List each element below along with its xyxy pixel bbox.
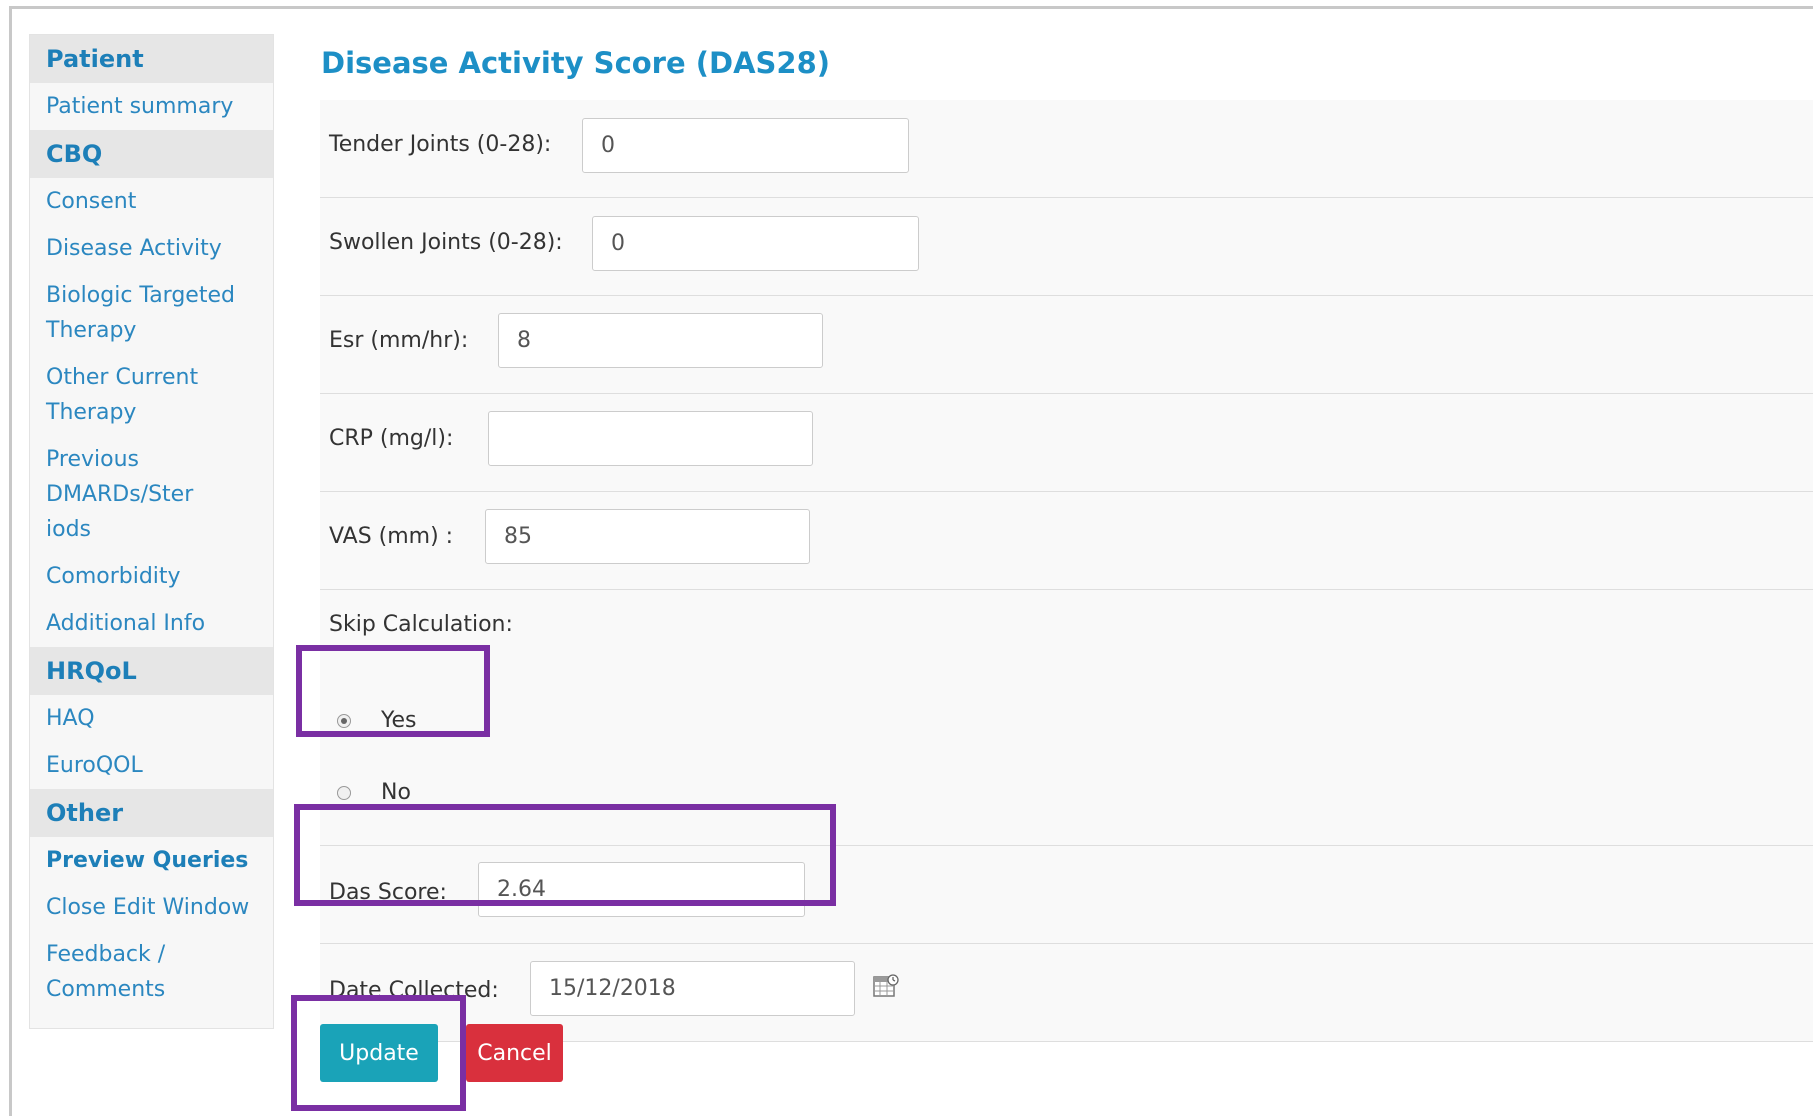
sidebar-item-feedback-comments[interactable]: Feedback / Comments — [30, 931, 186, 1013]
swollen-joints-label: Swollen Joints (0-28): — [329, 230, 563, 255]
previous-dmards-line2: DMARDs/Steriods — [46, 482, 194, 542]
tender-joints-input[interactable] — [582, 118, 909, 173]
date-collected-input[interactable] — [530, 961, 855, 1016]
sidebar-item-patient-summary[interactable]: Patient summary — [30, 83, 273, 130]
swollen-joints-row: Swollen Joints (0-28): — [320, 198, 1813, 296]
das28-form: Disease Activity Score (DAS28) Tender Jo… — [320, 34, 1813, 1082]
tender-joints-label: Tender Joints (0-28): — [329, 132, 552, 157]
esr-input[interactable] — [498, 313, 823, 368]
sidebar-item-previous-dmards[interactable]: Previous DMARDs/Steriods — [30, 436, 196, 553]
sidebar-nav: Patient Patient summary CBQ Consent Dise… — [29, 34, 274, 1029]
crp-input[interactable] — [488, 411, 813, 466]
highlight-skip-yes — [296, 645, 490, 737]
skip-no-label: No — [381, 780, 411, 805]
sidebar-item-comorbidity[interactable]: Comorbidity — [30, 553, 273, 600]
sidebar-heading-cbq: CBQ — [30, 130, 273, 178]
esr-row: Esr (mm/hr): — [320, 296, 1813, 394]
sidebar-item-biologic-targeted-therapy[interactable]: Biologic Targeted Therapy — [30, 272, 236, 354]
skip-no-radio[interactable] — [337, 785, 351, 800]
highlight-update-button — [291, 995, 466, 1111]
cancel-button[interactable]: Cancel — [466, 1024, 563, 1082]
sidebar-item-close-edit-window[interactable]: Close Edit Window — [30, 884, 273, 931]
esr-label: Esr (mm/hr): — [329, 328, 469, 353]
sidebar-item-euroqol[interactable]: EuroQOL — [30, 742, 273, 789]
sidebar-item-additional-info[interactable]: Additional Info — [30, 600, 273, 647]
vas-label: VAS (mm) : — [329, 524, 454, 549]
sidebar-heading-other: Other — [30, 789, 273, 837]
page-title: Disease Activity Score (DAS28) — [321, 46, 831, 80]
sidebar-item-disease-activity[interactable]: Disease Activity — [30, 225, 273, 272]
previous-dmards-line1: Previous — [46, 447, 139, 472]
highlight-das-score — [294, 804, 836, 906]
crp-row: CRP (mg/l): — [320, 394, 1813, 492]
swollen-joints-input[interactable] — [592, 216, 919, 271]
sidebar-heading-patient: Patient — [30, 35, 273, 83]
sidebar-item-consent[interactable]: Consent — [30, 178, 273, 225]
sidebar-item-preview-queries[interactable]: Preview Queries — [30, 837, 273, 884]
calendar-icon[interactable] — [873, 974, 899, 998]
skip-calculation-label: Skip Calculation: — [329, 612, 513, 637]
sidebar-heading-hrqol: HRQoL — [30, 647, 273, 695]
crp-label: CRP (mg/l): — [329, 426, 454, 451]
sidebar-item-other-current-therapy[interactable]: Other Current Therapy — [30, 354, 206, 436]
sidebar-item-haq[interactable]: HAQ — [30, 695, 273, 742]
skip-no-option[interactable]: No — [337, 780, 411, 805]
vas-input[interactable] — [485, 509, 810, 564]
tender-joints-row: Tender Joints (0-28): — [320, 100, 1813, 198]
vas-row: VAS (mm) : — [320, 492, 1813, 590]
